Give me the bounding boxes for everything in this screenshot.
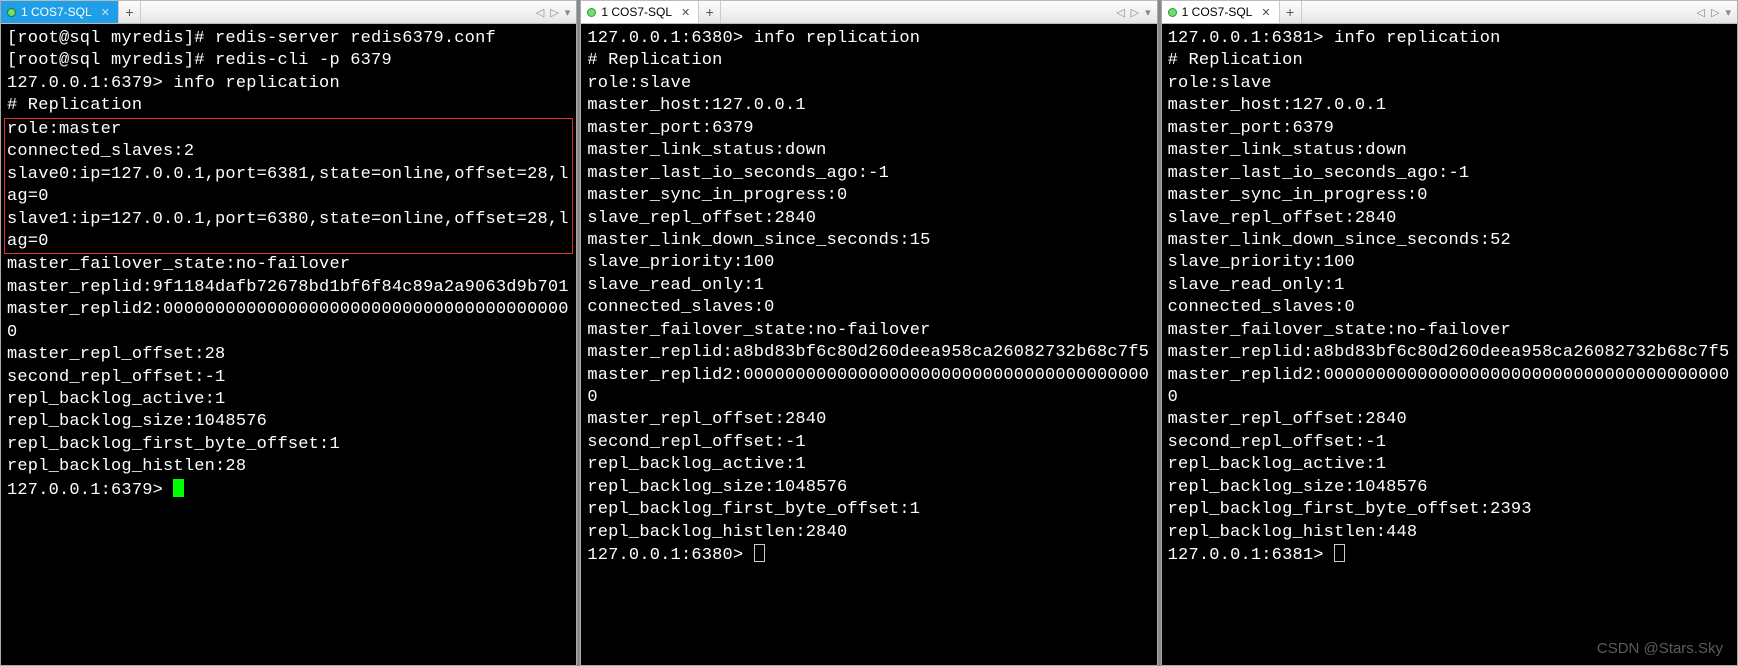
terminal-pane-1: 1 COS7-SQL ✕ + ◁ ▷ ▾ [root@sql myredis]#… [0, 0, 577, 666]
cursor-icon [173, 479, 184, 497]
cursor-icon [1334, 544, 1345, 562]
tab-left-icon[interactable]: ◁ [534, 6, 546, 19]
highlight-box: role:master connected_slaves:2 slave0:ip… [4, 118, 573, 255]
terminal-output[interactable]: 127.0.0.1:6381> info replication # Repli… [1162, 24, 1737, 665]
status-dot-icon [587, 8, 596, 17]
tab-right-icon[interactable]: ▷ [1709, 6, 1721, 19]
tab-cos7-sql[interactable]: 1 COS7-SQL ✕ [581, 1, 699, 23]
tab-menu-icon[interactable]: ▾ [1143, 6, 1153, 19]
tab-label: 1 COS7-SQL [21, 5, 92, 19]
tabbar: 1 COS7-SQL ✕ + ◁ ▷ ▾ [581, 0, 1156, 24]
tab-menu-icon[interactable]: ▾ [1723, 6, 1733, 19]
close-icon[interactable]: ✕ [681, 6, 690, 19]
prompt-text: 127.0.0.1:6380> [587, 546, 753, 565]
terminal-text: 127.0.0.1:6380> info replication # Repli… [587, 29, 1149, 542]
tab-left-icon[interactable]: ◁ [1114, 6, 1126, 19]
status-dot-icon [7, 8, 16, 17]
tabbar-controls: ◁ ▷ ▾ [1114, 1, 1156, 23]
close-icon[interactable]: ✕ [101, 6, 110, 19]
terminal-pane-2: 1 COS7-SQL ✕ + ◁ ▷ ▾ 127.0.0.1:6380> inf… [580, 0, 1157, 666]
tabbar: 1 COS7-SQL ✕ + ◁ ▷ ▾ [1162, 0, 1737, 24]
terminal-text-box: role:master connected_slaves:2 slave0:ip… [7, 120, 569, 251]
terminal-text-post: master_failover_state:no-failover master… [7, 255, 569, 476]
tabbar-controls: ◁ ▷ ▾ [1695, 1, 1737, 23]
tab-label: 1 COS7-SQL [1182, 5, 1253, 19]
terminal-text: 127.0.0.1:6381> info replication # Repli… [1168, 29, 1730, 542]
tab-left-icon[interactable]: ◁ [1695, 6, 1707, 19]
terminal-output[interactable]: [root@sql myredis]# redis-server redis63… [1, 24, 576, 665]
tab-cos7-sql[interactable]: 1 COS7-SQL ✕ [1162, 1, 1280, 23]
terminal-output[interactable]: 127.0.0.1:6380> info replication # Repli… [581, 24, 1156, 665]
tab-cos7-sql[interactable]: 1 COS7-SQL ✕ [1, 1, 119, 23]
terminal-text-pre: [root@sql myredis]# redis-server redis63… [7, 29, 496, 115]
close-icon[interactable]: ✕ [1261, 6, 1270, 19]
terminal-pane-3: 1 COS7-SQL ✕ + ◁ ▷ ▾ 127.0.0.1:6381> inf… [1161, 0, 1738, 666]
prompt-text: 127.0.0.1:6379> [7, 481, 173, 500]
tab-right-icon[interactable]: ▷ [1129, 6, 1141, 19]
tabbar-controls: ◁ ▷ ▾ [534, 1, 576, 23]
tabbar: 1 COS7-SQL ✕ + ◁ ▷ ▾ [1, 0, 576, 24]
status-dot-icon [1168, 8, 1177, 17]
prompt-text: 127.0.0.1:6381> [1168, 546, 1334, 565]
new-tab-button[interactable]: + [1280, 1, 1302, 23]
cursor-icon [754, 544, 765, 562]
new-tab-button[interactable]: + [119, 1, 141, 23]
new-tab-button[interactable]: + [699, 1, 721, 23]
tab-menu-icon[interactable]: ▾ [563, 6, 573, 19]
tab-label: 1 COS7-SQL [601, 5, 672, 19]
tab-right-icon[interactable]: ▷ [548, 6, 560, 19]
